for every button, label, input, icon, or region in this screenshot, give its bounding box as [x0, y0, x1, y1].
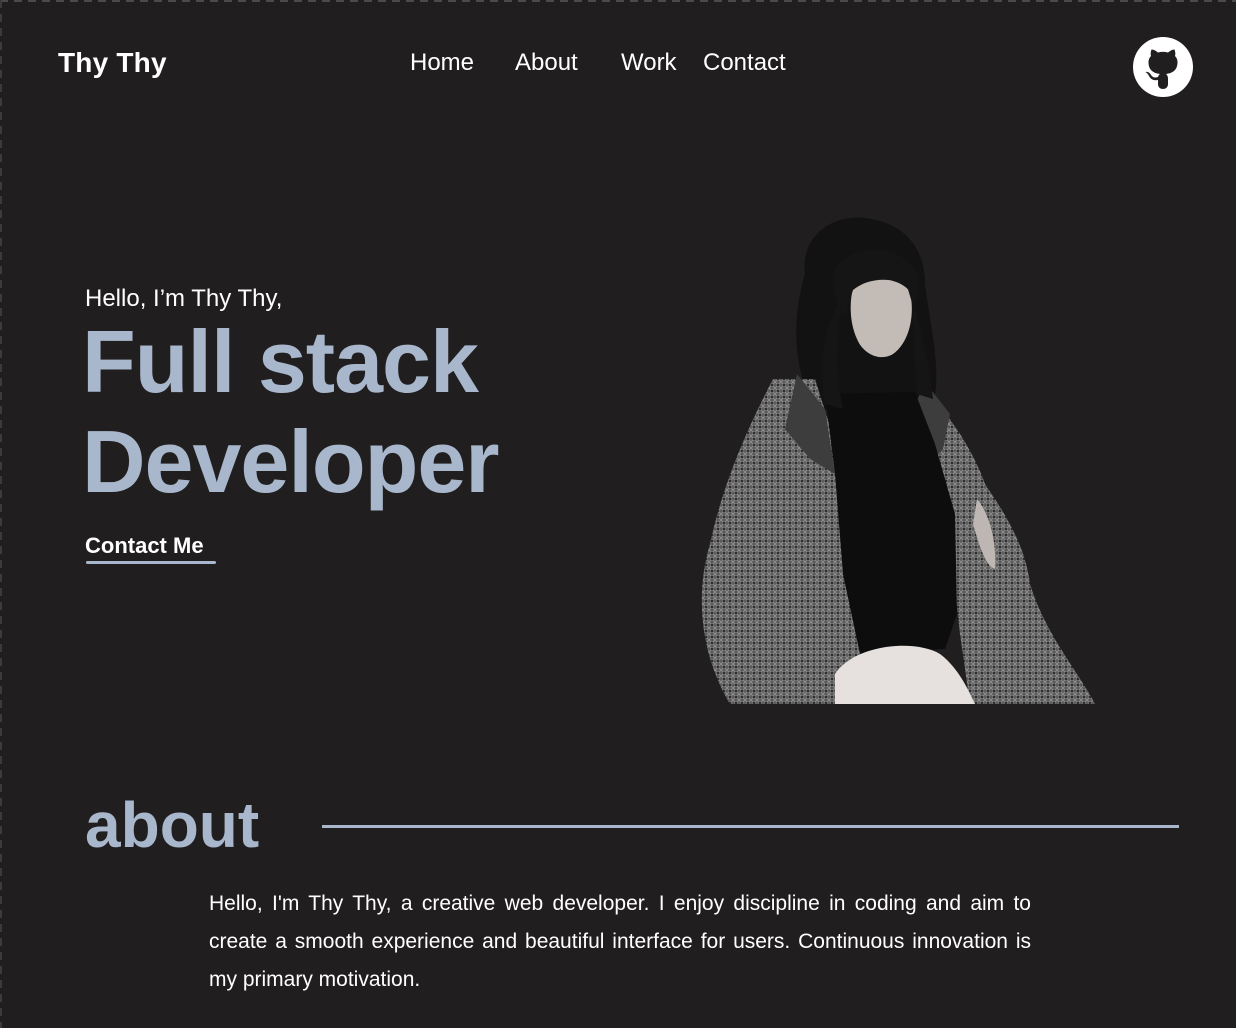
- portrait-photo: [701, 217, 1095, 704]
- github-icon[interactable]: [1133, 37, 1193, 97]
- hero-headline: Full stack Developer: [82, 312, 500, 512]
- about-description: Hello, I'm Thy Thy, a creative web devel…: [209, 892, 1031, 991]
- hero-greeting: Hello, I’m Thy Thy,: [85, 285, 283, 312]
- about-divider: [322, 825, 1179, 828]
- about-heading: about: [85, 789, 260, 861]
- nav-contact-link[interactable]: Contact: [703, 47, 786, 79]
- site-logo[interactable]: Thy Thy: [58, 44, 167, 82]
- top-border: [0, 0, 1236, 2]
- nav-home-link[interactable]: Home: [410, 47, 474, 79]
- nav-about-link[interactable]: About: [515, 47, 578, 79]
- headline-line-1: Full stack: [82, 312, 479, 411]
- left-border: [0, 0, 2, 1028]
- nav-work-link[interactable]: Work: [621, 47, 677, 79]
- contact-me-button[interactable]: Contact Me: [85, 532, 204, 560]
- contact-me-underline: [86, 561, 216, 564]
- headline-line-2: Developer: [82, 412, 500, 511]
